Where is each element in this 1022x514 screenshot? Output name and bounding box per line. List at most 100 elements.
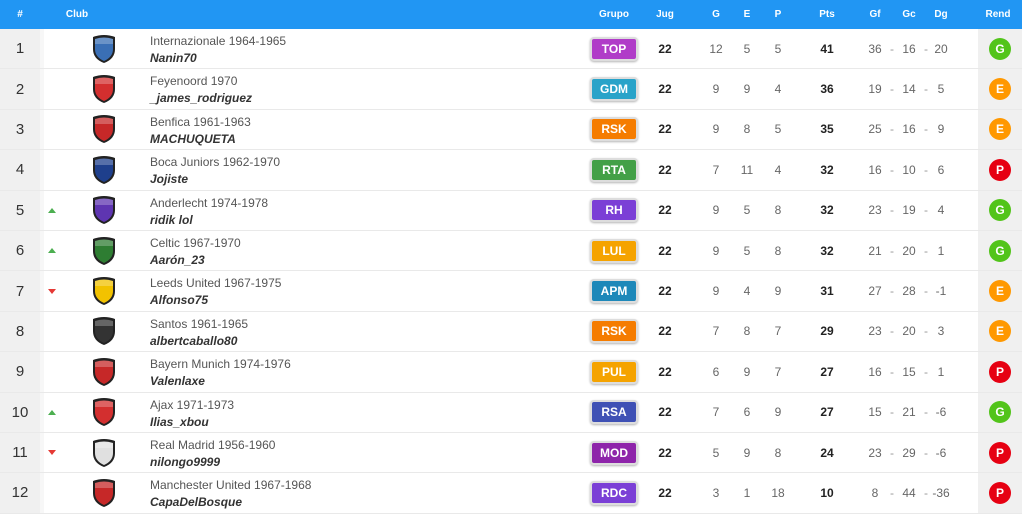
table-row[interactable]: 5 Anderlecht 1974-1978 ridik lol RH 22 9… [0, 190, 1022, 231]
form-cell: E [978, 109, 1022, 150]
manager-name[interactable]: nilongo9999 [150, 454, 275, 471]
manager-name[interactable]: Alfonso75 [150, 292, 281, 309]
group-badge[interactable]: RSA [590, 400, 638, 425]
group-badge[interactable]: RTA [590, 157, 638, 182]
goals-for: 16 [868, 162, 882, 177]
club-cell[interactable]: Boca Juniors 1962-1970 Jojiste [150, 154, 280, 188]
manager-name[interactable]: ridik lol [150, 212, 268, 229]
table-row[interactable]: 4 Boca Juniors 1962-1970 Jojiste RTA 22 … [0, 150, 1022, 191]
table-row[interactable]: 11 Real Madrid 1956-1960 nilongo9999 MOD… [0, 432, 1022, 474]
club-shield-icon[interactable] [90, 438, 118, 468]
club-name[interactable]: Anderlecht 1974-1978 [150, 195, 268, 212]
club-shield-icon[interactable] [90, 34, 118, 64]
group-badge[interactable]: RSK [590, 117, 638, 142]
club-cell[interactable]: Santos 1961-1965 albertcaballo80 [150, 316, 248, 350]
club-cell[interactable]: Manchester United 1967-1968 CapaDelBosqu… [150, 477, 311, 511]
group-badge[interactable]: LUL [590, 238, 638, 263]
club-shield-icon[interactable] [90, 276, 118, 306]
club-name[interactable]: Benfica 1961-1963 [150, 114, 251, 131]
table-row[interactable]: 7 Leeds United 1967-1975 Alfonso75 APM 2… [0, 271, 1022, 312]
club-name[interactable]: Internazionale 1964-1965 [150, 33, 286, 50]
club-shield-icon[interactable] [90, 195, 118, 225]
table-row[interactable]: 2 Feyenoord 1970 _james_rodriguez GDM 22… [0, 69, 1022, 110]
table-row[interactable]: 12 Manchester United 1967-1968 CapaDelBo… [0, 473, 1022, 514]
table-row[interactable]: 10 Ajax 1971-1973 Ilias_xbou RSA 22 7 6 … [0, 392, 1022, 433]
row-divider [40, 473, 44, 513]
lost: 5 [774, 41, 782, 56]
club-shield-icon[interactable] [90, 478, 118, 508]
separator: - [890, 122, 894, 137]
separator: - [890, 162, 894, 177]
drawn: 5 [743, 41, 751, 56]
manager-name[interactable]: MACHUQUETA [150, 131, 251, 148]
manager-name[interactable]: Aarón_23 [150, 252, 241, 269]
club-shield-icon[interactable] [90, 155, 118, 185]
form-badge: P [989, 360, 1011, 383]
trend-up-icon [48, 207, 56, 213]
goals-for: 16 [868, 364, 882, 379]
separator: - [890, 364, 894, 379]
form-cell: P [978, 432, 1022, 473]
table-row[interactable]: 1 Internazionale 1964-1965 Nanin70 TOP 2… [0, 29, 1022, 70]
lost: 7 [774, 364, 782, 379]
club-name[interactable]: Celtic 1967-1970 [150, 235, 241, 252]
club-name[interactable]: Real Madrid 1956-1960 [150, 437, 275, 454]
club-cell[interactable]: Feyenoord 1970 _james_rodriguez [150, 73, 252, 107]
club-cell[interactable]: Celtic 1967-1970 Aarón_23 [150, 235, 241, 269]
group-badge[interactable]: GDM [590, 77, 638, 102]
trend-down-icon [48, 288, 56, 294]
manager-name[interactable]: Valenlaxe [150, 373, 291, 390]
group-badge[interactable]: RH [590, 198, 638, 223]
goals-for: 23 [868, 324, 882, 339]
club-shield-icon[interactable] [90, 357, 118, 387]
club-cell[interactable]: Internazionale 1964-1965 Nanin70 [150, 33, 286, 67]
won: 6 [712, 364, 720, 379]
manager-name[interactable]: CapaDelBosque [150, 494, 311, 511]
club-cell[interactable]: Ajax 1971-1973 Ilias_xbou [150, 397, 234, 431]
manager-name[interactable]: Ilias_xbou [150, 414, 234, 431]
club-shield-icon[interactable] [90, 114, 118, 144]
club-name[interactable]: Ajax 1971-1973 [150, 397, 234, 414]
club-cell[interactable]: Real Madrid 1956-1960 nilongo9999 [150, 437, 275, 471]
lost: 8 [774, 243, 782, 258]
group-badge[interactable]: RSK [590, 319, 638, 344]
points: 35 [820, 122, 834, 137]
won: 9 [712, 122, 720, 137]
club-name[interactable]: Feyenoord 1970 [150, 73, 252, 90]
club-cell[interactable]: Bayern Munich 1974-1976 Valenlaxe [150, 356, 291, 390]
rank: 3 [15, 120, 25, 138]
group-badge[interactable]: MOD [590, 440, 638, 465]
played: 22 [658, 405, 672, 420]
lost: 8 [774, 203, 782, 218]
rank-cell: 5 [0, 190, 40, 230]
group-badge[interactable]: PUL [590, 359, 638, 384]
club-shield-icon[interactable] [90, 316, 118, 346]
group-badge[interactable]: TOP [590, 36, 638, 61]
table-row[interactable]: 8 Santos 1961-1965 albertcaballo80 RSK 2… [0, 311, 1022, 353]
club-cell[interactable]: Benfica 1961-1963 MACHUQUETA [150, 114, 251, 148]
form-badge: P [989, 158, 1011, 181]
group-badge[interactable]: APM [590, 279, 638, 304]
club-shield-icon[interactable] [90, 74, 118, 104]
club-name[interactable]: Leeds United 1967-1975 [150, 275, 281, 292]
table-row[interactable]: 3 Benfica 1961-1963 MACHUQUETA RSK 22 9 … [0, 109, 1022, 151]
table-row[interactable]: 9 Bayern Munich 1974-1976 Valenlaxe PUL … [0, 352, 1022, 393]
manager-name[interactable]: Nanin70 [150, 50, 286, 67]
played: 22 [658, 203, 672, 218]
group-badge[interactable]: RDC [590, 480, 638, 505]
rank: 1 [15, 40, 25, 58]
club-shield-icon[interactable] [90, 236, 118, 266]
club-name[interactable]: Manchester United 1967-1968 [150, 477, 311, 494]
club-name[interactable]: Santos 1961-1965 [150, 316, 248, 333]
club-cell[interactable]: Anderlecht 1974-1978 ridik lol [150, 195, 268, 229]
club-cell[interactable]: Leeds United 1967-1975 Alfonso75 [150, 275, 281, 309]
club-shield-icon[interactable] [90, 397, 118, 427]
manager-name[interactable]: _james_rodriguez [150, 90, 252, 107]
rank-cell: 12 [0, 473, 40, 513]
table-row[interactable]: 6 Celtic 1967-1970 Aarón_23 LUL 22 9 5 8… [0, 230, 1022, 272]
club-name[interactable]: Boca Juniors 1962-1970 [150, 154, 280, 171]
manager-name[interactable]: albertcaballo80 [150, 333, 248, 350]
club-name[interactable]: Bayern Munich 1974-1976 [150, 356, 291, 373]
form-cell: E [978, 311, 1022, 352]
manager-name[interactable]: Jojiste [150, 171, 280, 188]
